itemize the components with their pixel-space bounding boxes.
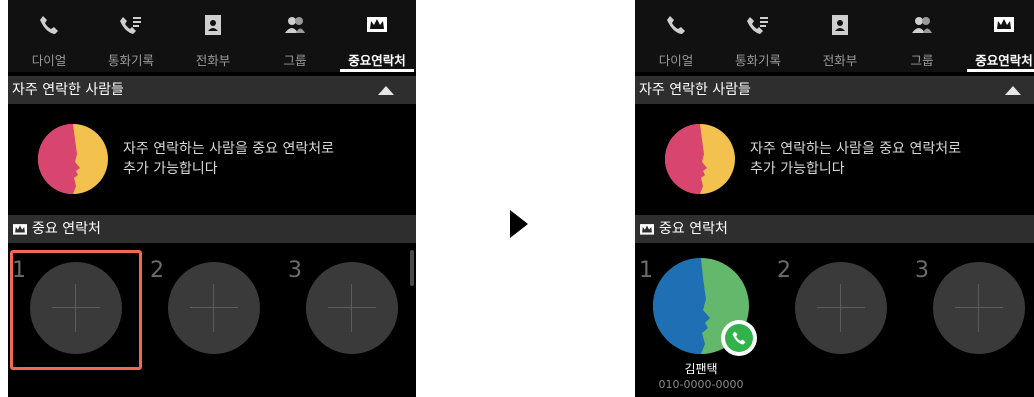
tab-call-log-label: 통화기록 xyxy=(734,53,781,68)
add-favorite-slot-2[interactable] xyxy=(795,262,887,354)
next-step-arrow-icon xyxy=(510,210,528,238)
frequent-hint-line1: 자주 연락하는 사람을 중요 연락처로 xyxy=(123,141,334,157)
frequent-hint-line1: 자주 연락하는 사람을 중요 연락처로 xyxy=(750,141,961,157)
favorites-section-header: 중요 연락처 xyxy=(635,215,1034,243)
slot-number-1: 1 xyxy=(639,258,653,283)
tab-group-label: 그룹 xyxy=(283,53,307,68)
add-favorite-slot-2[interactable] xyxy=(168,262,260,354)
crown-icon xyxy=(336,14,416,36)
call-log-icon xyxy=(717,14,799,36)
call-log-icon xyxy=(90,14,172,36)
tab-contacts-label: 전화부 xyxy=(822,53,858,68)
tab-group[interactable]: 그룹 xyxy=(254,0,336,72)
contacts-book-icon xyxy=(172,14,254,36)
slot-number-2: 2 xyxy=(777,258,791,283)
tab-dial-label: 다이얼 xyxy=(31,53,67,68)
collapse-arrow-icon[interactable] xyxy=(378,86,394,95)
active-tab-indicator xyxy=(340,69,414,72)
favorites-section-title-wrap: 중요 연락처 xyxy=(12,215,101,243)
phone-icon xyxy=(8,14,90,36)
tab-group[interactable]: 그룹 xyxy=(881,0,963,72)
tab-contacts-label: 전화부 xyxy=(195,53,231,68)
favorites-section-header: 중요 연락처 xyxy=(8,215,416,243)
frequent-section-header[interactable]: 자주 연락한 사람들 xyxy=(8,76,416,104)
tab-contacts[interactable]: 전화부 xyxy=(172,0,254,72)
screen-before: 다이얼 통화기록 전화부 그룹 중요연락처 자주 연락한 사람들 자주 연락하는… xyxy=(8,0,416,397)
add-favorite-slot-3[interactable] xyxy=(306,262,398,354)
group-icon xyxy=(881,14,963,36)
slot-number-3: 3 xyxy=(288,258,302,283)
tab-favorites[interactable]: 중요연락처 xyxy=(963,0,1034,72)
tab-contacts[interactable]: 전화부 xyxy=(799,0,881,72)
tab-bar: 다이얼 통화기록 전화부 그룹 중요연락처 xyxy=(8,0,416,72)
active-tab-indicator xyxy=(967,69,1034,72)
tab-call-log-label: 통화기록 xyxy=(107,53,154,68)
frequent-hint-line2: 추가 가능합니다 xyxy=(750,161,845,177)
tab-dial-label: 다이얼 xyxy=(658,53,694,68)
slot-number-3: 3 xyxy=(915,258,929,283)
tab-favorites-label: 중요연락처 xyxy=(975,53,1033,68)
group-icon xyxy=(254,14,336,36)
add-favorite-slot-3[interactable] xyxy=(933,262,1025,354)
tab-dial[interactable]: 다이얼 xyxy=(635,0,717,72)
tab-dial[interactable]: 다이얼 xyxy=(8,0,90,72)
tab-call-log[interactable]: 통화기록 xyxy=(90,0,172,72)
crown-icon xyxy=(640,224,654,235)
frequent-hint-line2: 추가 가능합니다 xyxy=(123,161,218,177)
tab-call-log[interactable]: 통화기록 xyxy=(717,0,799,72)
favorites-section-title-wrap: 중요 연락처 xyxy=(639,215,728,243)
highlight-box xyxy=(10,250,142,370)
call-icon xyxy=(725,324,753,352)
slot-number-2: 2 xyxy=(150,258,164,283)
contact-phone: 010-0000-0000 xyxy=(658,378,744,391)
scrollbar-thumb[interactable] xyxy=(410,250,414,286)
phone-icon xyxy=(635,14,717,36)
frequent-section-header[interactable]: 자주 연락한 사람들 xyxy=(635,76,1034,104)
collapse-arrow-icon[interactable] xyxy=(1005,86,1021,95)
favorites-section-title: 중요 연락처 xyxy=(32,221,101,237)
tab-favorites-label: 중요연락처 xyxy=(348,53,406,68)
tab-favorites[interactable]: 중요연락처 xyxy=(336,0,416,72)
contact-name: 김팬택 xyxy=(684,362,718,376)
tab-group-label: 그룹 xyxy=(910,53,934,68)
crown-icon xyxy=(963,14,1034,36)
tab-bar: 다이얼 통화기록 전화부 그룹 중요연락처 xyxy=(635,0,1034,72)
call-button[interactable] xyxy=(721,320,757,356)
empty-avatar-icon xyxy=(38,124,108,194)
empty-avatar-icon xyxy=(665,124,735,194)
frequent-section-title: 자주 연락한 사람들 xyxy=(12,82,124,98)
contacts-book-icon xyxy=(799,14,881,36)
screen-after: 다이얼 통화기록 전화부 그룹 중요연락처 자주 연락한 사람들 자주 연락하는… xyxy=(635,0,1034,397)
crown-icon xyxy=(13,224,27,235)
frequent-section-title: 자주 연락한 사람들 xyxy=(639,82,751,98)
favorites-section-title: 중요 연락처 xyxy=(659,221,728,237)
